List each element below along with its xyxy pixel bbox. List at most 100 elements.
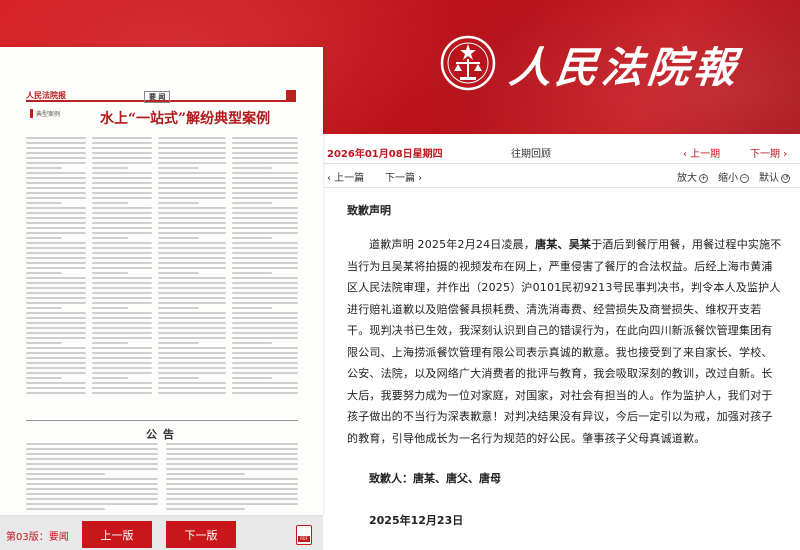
newspaper-page-thumbnail[interactable]: 人民法院报 要 闻 典型案例 水上“一站式”解纷典型案例 公告	[0, 47, 323, 515]
thumbnail-text-line	[166, 463, 298, 465]
thumbnail-text-line	[158, 262, 226, 264]
thumbnail-text-line	[26, 392, 86, 394]
thumbnail-text-line	[158, 147, 226, 149]
thumbnail-text-line	[232, 347, 298, 349]
thumbnail-text-line	[232, 277, 298, 279]
archive-link[interactable]: 往期回顾	[511, 145, 551, 160]
next-article-link[interactable]: 下一篇 ›	[385, 169, 422, 184]
thumbnail-text-line	[166, 493, 298, 495]
thumbnail-text-line	[232, 172, 298, 174]
thumbnail-text-line	[232, 227, 298, 229]
thumbnail-text-line	[232, 217, 298, 219]
thumbnail-text-line	[92, 272, 128, 274]
thumbnail-text-line	[232, 197, 298, 199]
thumbnail-text-line	[92, 387, 152, 389]
thumbnail-text-line	[26, 167, 62, 169]
thumbnail-text-line	[92, 292, 152, 294]
next-page-button[interactable]: 下一版	[166, 521, 236, 548]
thumbnail-text-line	[166, 468, 298, 470]
thumbnail-column	[26, 137, 86, 397]
thumbnail-text-line	[232, 157, 298, 159]
next-issue-link[interactable]: 下一期 ›	[750, 145, 787, 160]
thumbnail-text-line	[26, 503, 158, 505]
thumbnail-text-line	[26, 317, 86, 319]
pdf-icon[interactable]: PDF	[296, 525, 312, 545]
thumbnail-text-line	[158, 192, 226, 194]
thumbnail-text-line	[92, 147, 152, 149]
thumbnail-corner-mark	[286, 90, 296, 100]
article-body-intro: 道歉声明 2025年2月24日凌晨，	[369, 238, 536, 251]
default-size-button[interactable]: 默认 ↺	[759, 169, 790, 184]
thumbnail-text-line	[158, 182, 226, 184]
thumbnail-text-line	[26, 488, 158, 490]
prev-page-button[interactable]: 上一版	[82, 521, 152, 548]
zoom-out-button[interactable]: 缩小 −	[718, 169, 749, 184]
thumbnail-text-line	[232, 262, 298, 264]
article-title: 致歉声明	[347, 204, 391, 217]
thumbnail-text-line	[158, 242, 226, 244]
thumbnail-text-line	[158, 347, 226, 349]
thumbnail-text-line	[232, 297, 298, 299]
thumbnail-text-line	[92, 247, 152, 249]
thumbnail-text-line	[232, 177, 298, 179]
thumbnail-text-line	[166, 483, 298, 485]
thumbnail-text-line	[26, 443, 158, 445]
thumbnail-text-line	[92, 372, 152, 374]
thumbnail-text-line	[232, 312, 298, 314]
thumbnail-text-line	[26, 337, 86, 339]
thumbnail-text-line	[92, 142, 152, 144]
thumbnail-text-line	[92, 287, 152, 289]
thumbnail-text-line	[92, 357, 152, 359]
thumbnail-text-line	[26, 142, 86, 144]
thumbnail-text-line	[232, 337, 298, 339]
thumbnail-text-line	[92, 202, 128, 204]
thumbnail-text-line	[158, 157, 226, 159]
zoom-out-label: 缩小	[718, 173, 738, 184]
thumbnail-text-line	[26, 327, 86, 329]
thumbnail-text-line	[158, 222, 226, 224]
thumbnail-text-line	[232, 142, 298, 144]
thumbnail-text-line	[158, 187, 226, 189]
thumbnail-text-line	[158, 277, 226, 279]
thumbnail-text-line	[158, 307, 199, 309]
prev-article-link[interactable]: ‹ 上一篇	[327, 169, 364, 184]
prev-issue-link[interactable]: ‹ 上一期	[683, 145, 720, 160]
thumbnail-text-line	[232, 317, 298, 319]
zoom-in-button[interactable]: 放大 +	[677, 169, 708, 184]
thumbnail-text-line	[158, 327, 226, 329]
thumbnail-text-line	[232, 352, 298, 354]
thumbnail-text-line	[166, 503, 298, 505]
thumbnail-text-line	[158, 207, 226, 209]
thumbnail-text-line	[26, 172, 86, 174]
thumbnail-text-line	[26, 498, 158, 500]
thumbnail-text-line	[158, 152, 226, 154]
thumbnail-text-line	[26, 332, 86, 334]
thumbnail-text-line	[26, 247, 86, 249]
thumbnail-text-line	[26, 307, 62, 309]
thumbnail-notice-section: 公告	[26, 420, 298, 515]
thumbnail-text-line	[26, 483, 158, 485]
thumbnail-text-line	[26, 297, 86, 299]
thumbnail-text-line	[232, 377, 272, 379]
thumbnail-text-line	[232, 327, 298, 329]
thumbnail-text-line	[232, 387, 298, 389]
thumbnail-text-line	[158, 257, 226, 259]
thumbnail-text-line	[232, 212, 298, 214]
thumbnail-text-line	[232, 152, 298, 154]
thumbnail-text-line	[232, 137, 298, 139]
thumbnail-text-line	[158, 392, 226, 394]
thumbnail-text-line	[26, 458, 158, 460]
thumbnail-text-line	[26, 267, 86, 269]
thumbnail-text-line	[92, 377, 128, 379]
thumbnail-text-line	[26, 448, 158, 450]
thumbnail-text-line	[158, 217, 226, 219]
thumbnail-text-line	[26, 367, 86, 369]
thumbnail-text-line	[158, 362, 226, 364]
thumbnail-text-line	[232, 242, 298, 244]
thumbnail-text-line	[26, 322, 86, 324]
thumbnail-text-line	[26, 197, 86, 199]
thumbnail-text-line	[158, 142, 226, 144]
article-date: 2025年12月23日	[369, 514, 464, 527]
thumbnail-text-line	[166, 458, 298, 460]
thumbnail-text-line	[166, 473, 246, 475]
